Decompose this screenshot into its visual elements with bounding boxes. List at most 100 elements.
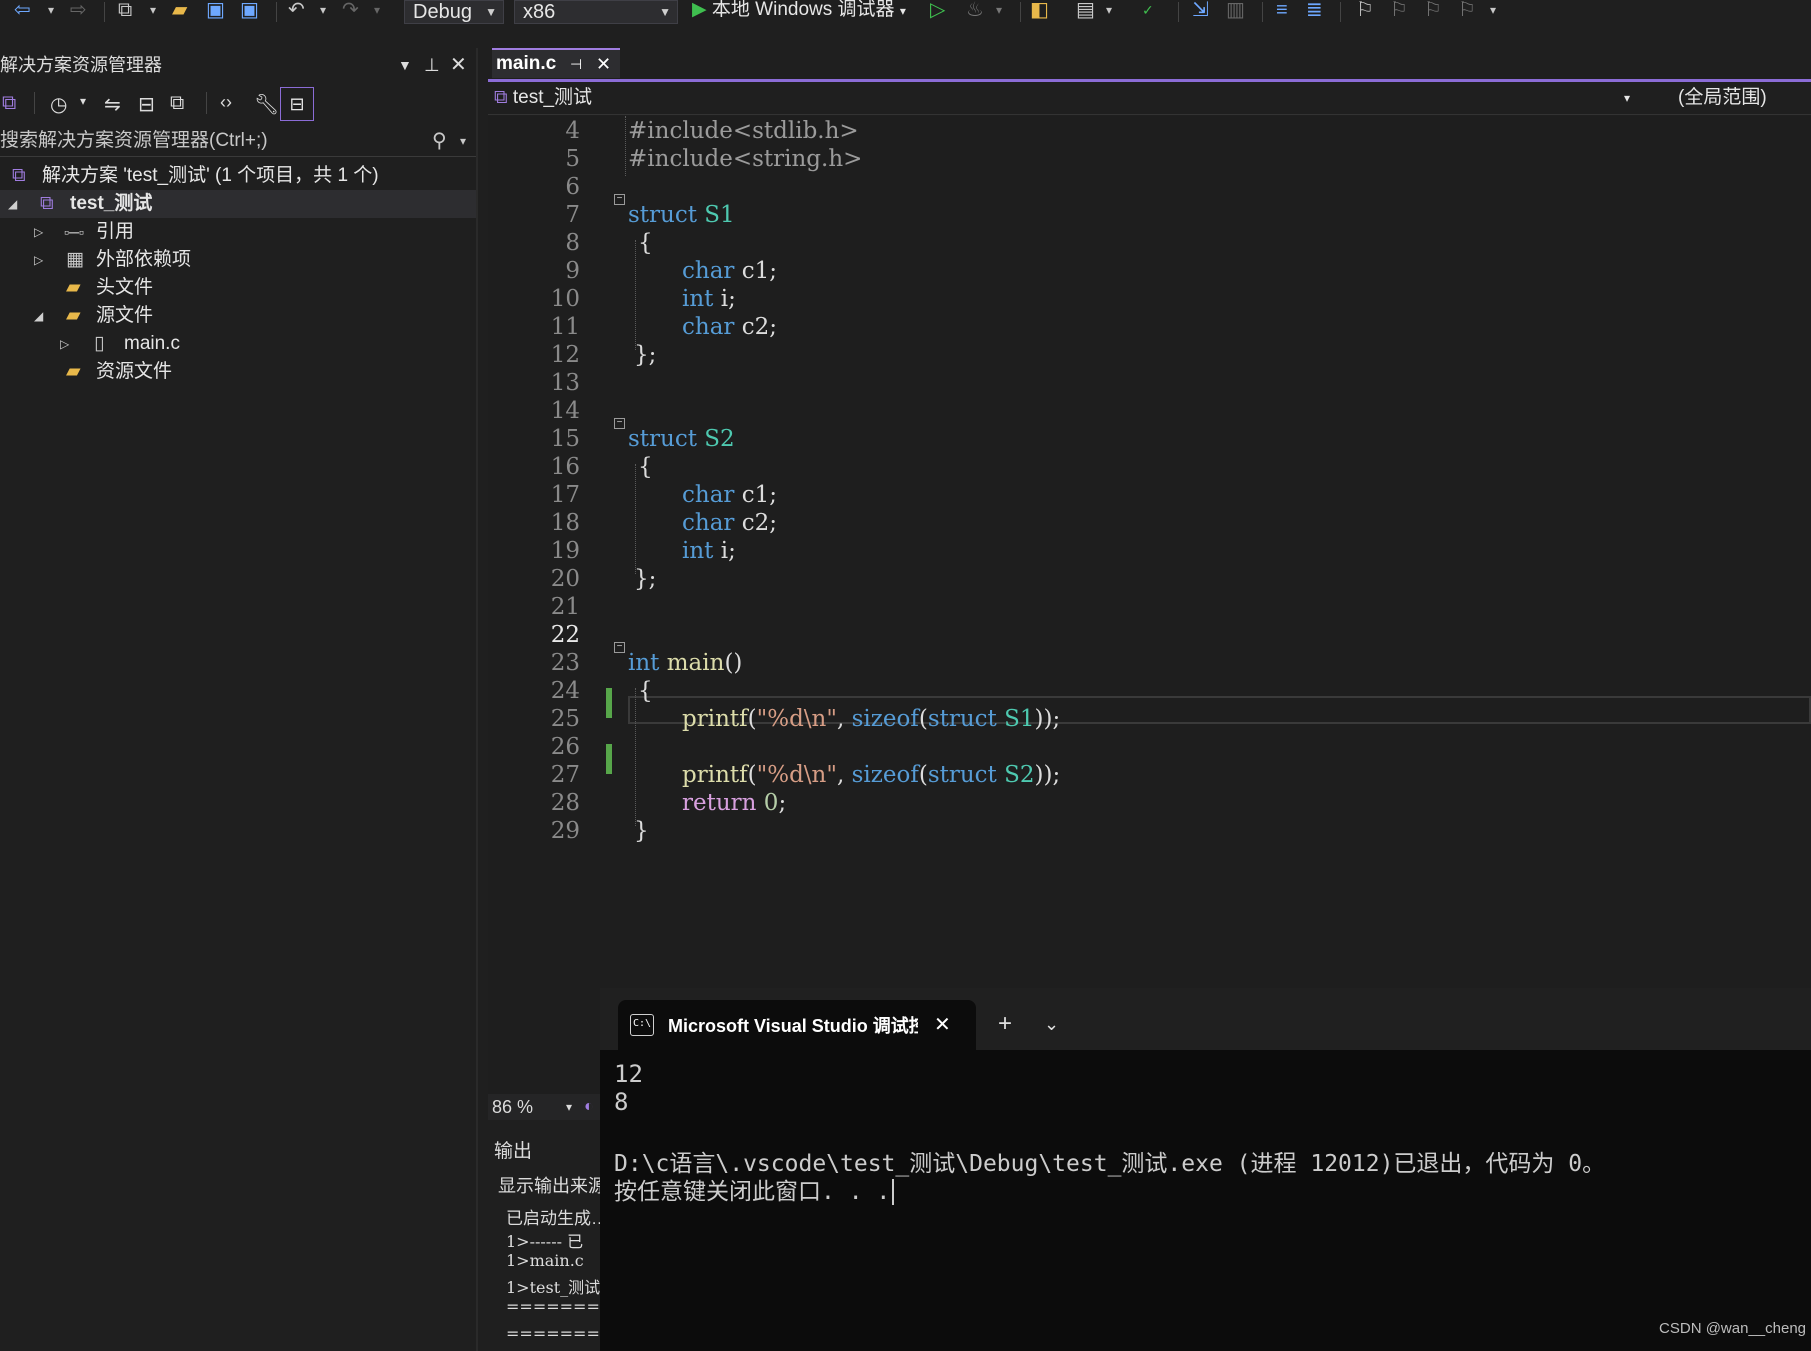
global-scope-select[interactable]: (全局范围) — [1678, 84, 1808, 112]
bookmark-icon[interactable]: ⚐ — [1356, 0, 1374, 22]
find-in-files-icon[interactable]: ◧ — [1030, 0, 1049, 22]
tree-item-resource-files[interactable]: ▰ 资源文件 — [0, 358, 476, 386]
code-line: } — [634, 818, 649, 844]
code-line: char c2; — [682, 314, 777, 340]
show-all-files-icon[interactable]: ⧉ — [170, 92, 184, 115]
layout-dropdown-icon[interactable]: ▾ — [1106, 0, 1112, 22]
view-code-icon[interactable]: ‹› — [220, 92, 232, 113]
panel-options-icon[interactable]: ▼ — [398, 48, 412, 82]
tree-project-node[interactable]: ◢ ⧉ test_测试 — [0, 190, 476, 218]
hot-reload-icon[interactable]: ♨ — [966, 0, 984, 22]
line-number: 24 — [550, 678, 580, 704]
configuration-select[interactable]: Debug ▼ — [404, 0, 504, 24]
collapse-icon[interactable]: ◢ — [8, 190, 17, 218]
close-tab-icon[interactable]: ✕ — [596, 50, 611, 78]
new-dropdown-icon[interactable]: ▾ — [150, 0, 156, 22]
platform-select[interactable]: x86 ▼ — [514, 0, 678, 24]
tree-item-main-c[interactable]: ▷ ▯ main.c — [0, 330, 476, 358]
tree-item-source-files[interactable]: ◢ ▰ 源文件 — [0, 302, 476, 330]
tab-main-c[interactable]: main.c ⊣ ✕ — [492, 48, 620, 78]
next-bookmark-icon[interactable]: ⚐ — [1424, 0, 1442, 22]
expand-icon[interactable]: ▷ — [34, 218, 43, 246]
undo-icon[interactable]: ↶ — [288, 0, 305, 22]
code-editor[interactable]: 4 5 6 7 8 9 10 11 12 13 14 15 16 17 18 1… — [488, 116, 1811, 1096]
open-folder-icon[interactable]: ▰ — [172, 0, 187, 22]
start-without-debugging-icon[interactable]: ▷ — [930, 0, 945, 22]
line-number: 25 — [550, 706, 580, 732]
line-number: 5 — [565, 146, 580, 172]
collapse-all-icon[interactable]: ⊟ — [138, 92, 155, 117]
collapse-region-icon[interactable]: − — [614, 418, 625, 429]
collapse-region-icon[interactable]: − — [614, 194, 625, 205]
expand-icon[interactable]: ▷ — [34, 246, 43, 274]
outdent-icon[interactable]: ≣ — [1306, 0, 1323, 22]
solution-explorer-header: 解决方案资源管理器 ▼ ⊥ ✕ — [0, 48, 476, 82]
tree-solution-node[interactable]: ⧉ 解决方案 'test_测试' (1 个项目，共 1 个) — [0, 162, 476, 190]
collapse-region-icon[interactable]: − — [614, 642, 625, 653]
close-tab-icon[interactable]: ✕ — [934, 1012, 951, 1037]
code-line: struct S1 — [628, 202, 735, 228]
solution-explorer-toolbar: ⧉ ◷ ▾ ⇋ ⊟ ⧉ ‹› 🔧︎ ⊟ — [0, 86, 476, 122]
indent-icon[interactable]: ≡ — [1276, 0, 1288, 22]
prev-bookmark-icon[interactable]: ⚐ — [1390, 0, 1408, 22]
spellcheck-icon[interactable]: ✓ — [1142, 0, 1154, 22]
solution-search-input[interactable]: 搜索解决方案资源管理器(Ctrl+;) ⚲ ▾ — [0, 126, 476, 157]
line-number: 12 — [550, 342, 580, 368]
sync-icon[interactable]: ⇋ — [104, 92, 121, 117]
output-line: 1>main.c — [506, 1251, 584, 1270]
switch-views-icon[interactable]: ⧉ — [2, 92, 16, 115]
chevron-down-icon[interactable]: ⌄ — [1044, 1014, 1059, 1035]
tree-item-label: 资源文件 — [96, 361, 173, 382]
code-line: int main() — [628, 650, 743, 676]
save-icon[interactable]: ▣ — [206, 0, 225, 22]
step-icon[interactable]: ⇲ — [1192, 0, 1209, 22]
preview-selected-icon[interactable]: ⊟ — [280, 87, 314, 121]
code-line: printf("%d\n", sizeof(struct S1)); — [682, 706, 1061, 732]
layout-icon[interactable]: ▤ — [1076, 0, 1095, 22]
line-number: 16 — [550, 454, 580, 480]
collapse-icon[interactable]: ◢ — [34, 302, 43, 330]
filter-folder-icon: ▰ — [66, 305, 81, 326]
search-icon[interactable]: ⚲ — [432, 126, 447, 156]
zoom-select[interactable]: 86 % ▾ ◐ — [488, 1094, 600, 1120]
hot-reload-dropdown-icon[interactable]: ▾ — [996, 0, 1002, 22]
search-options-icon[interactable]: ▾ — [460, 126, 466, 156]
redo-dropdown-icon[interactable]: ▾ — [374, 0, 380, 22]
clear-bookmarks-icon[interactable]: ⚐ — [1458, 0, 1476, 22]
copilot-icon[interactable]: ◐ — [584, 1094, 594, 1120]
back-icon[interactable]: ⇦ — [14, 0, 31, 22]
chevron-down-icon: ▼ — [485, 5, 497, 19]
project-label: test_测试 — [70, 193, 153, 214]
properties-wrench-icon[interactable]: 🔧︎ — [254, 92, 279, 117]
save-all-icon[interactable]: ▣ — [240, 0, 259, 22]
close-icon[interactable]: ✕ — [450, 48, 467, 82]
line-number: 19 — [550, 538, 580, 564]
comment-icon[interactable]: ▥ — [1226, 0, 1245, 22]
tree-item-references[interactable]: ▷ ▫─▫ 引用 — [0, 218, 476, 246]
start-debugging-button[interactable]: ▶ 本地 Windows 调试器 ▾ — [692, 0, 922, 24]
pending-changes-icon[interactable]: ◷ — [50, 92, 67, 117]
tree-item-label: 引用 — [96, 221, 135, 242]
pin-icon[interactable]: ⊥ — [424, 48, 440, 82]
pending-dropdown-icon[interactable]: ▾ — [80, 94, 86, 108]
new-tab-icon[interactable]: + — [998, 1010, 1012, 1038]
toolbar-overflow-icon[interactable]: ▾ — [1490, 0, 1496, 22]
code-line: { — [638, 230, 653, 256]
chevron-down-icon: ▾ — [1624, 91, 1631, 105]
expand-icon[interactable]: ▷ — [60, 330, 69, 358]
project-scope-select[interactable]: ⧉ test_测试 ▾ — [494, 84, 1634, 112]
redo-icon[interactable]: ↷ — [342, 0, 359, 22]
back-dropdown-icon[interactable]: ▾ — [48, 0, 54, 22]
code-line: { — [638, 454, 653, 480]
new-project-icon[interactable]: ⧉ — [118, 0, 132, 22]
undo-dropdown-icon[interactable]: ▾ — [320, 0, 326, 22]
forward-icon[interactable]: ⇨ — [70, 0, 87, 22]
tree-item-header-files[interactable]: ▰ 头文件 — [0, 274, 476, 302]
tree-item-external-deps[interactable]: ▷ ▦ 外部依赖项 — [0, 246, 476, 274]
tree-item-label: 外部依赖项 — [96, 249, 192, 270]
terminal-tab-title: Microsoft Visual Studio 调试控制台 — [668, 1016, 918, 1036]
code-line: char c1; — [682, 482, 777, 508]
solution-icon: ⧉ — [12, 165, 26, 186]
platform-value: x86 — [523, 1, 556, 23]
pin-icon[interactable]: ⊣ — [570, 50, 582, 78]
